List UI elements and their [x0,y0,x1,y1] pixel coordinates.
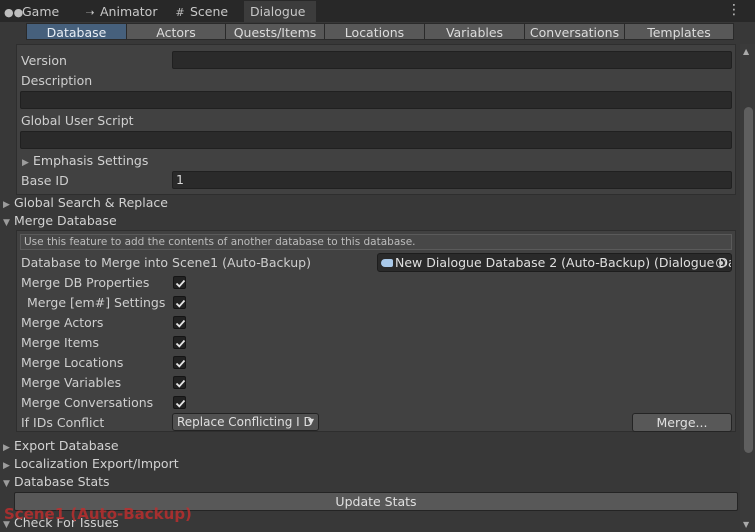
scene-name-overlay: Scene1 (Auto-Backup) [4,505,192,523]
if-ids-conflict-label: If IDs Conflict [21,415,105,430]
toolbar-variables[interactable]: Variables [424,23,525,40]
tab-game[interactable]: ●●Game [4,1,76,22]
toolbar-actors[interactable]: Actors [126,23,226,40]
toolbar-locations[interactable]: Locations [324,23,425,40]
version-field[interactable] [172,51,732,69]
tab-animator[interactable]: ➝ Animator [82,1,170,22]
merge-conversations-label: Merge Conversations [21,395,154,410]
merge-actors-checkbox[interactable] [173,316,186,329]
version-label: Version [21,53,67,68]
merge-em-settings-label: Merge [em#] Settings [27,295,166,310]
description-field[interactable] [20,91,732,109]
chevron-down-icon: ▼ [3,479,10,489]
merge-target-object-field[interactable]: New Dialogue Database 2 (Auto-Backup) (D… [377,253,732,272]
tab-dialogue[interactable]: Dialogue [244,1,316,22]
toolbar-conversations[interactable]: Conversations [524,23,625,40]
merge-target-label: Database to Merge into Scene1 (Auto-Back… [21,255,311,270]
tab-scene[interactable]: # Scene [172,1,244,22]
global-user-script-label: Global User Script [21,113,134,128]
merge-locations-checkbox[interactable] [173,356,186,369]
merge-actors-label: Merge Actors [21,315,104,330]
window-tab-bar: ●●Game ➝ Animator # Scene Dialogue ⋮ [0,0,755,22]
merge-database-foldout[interactable]: ▼ Merge Database [3,213,117,228]
object-picker-icon[interactable] [716,258,726,268]
inspector-content: Version Description Global User Script ▶… [0,44,740,532]
toolbar-database[interactable]: Database [26,23,127,40]
chevron-right-icon: ▶ [22,158,29,168]
editor-toolbar: Database Actors Quests/Items Locations V… [26,23,736,41]
merge-variables-label: Merge Variables [21,375,122,390]
if-ids-conflict-dropdown[interactable]: Replace Conflicting I D ▼ [172,413,319,431]
dropdown-caret-icon: ▼ [307,417,314,426]
emphasis-settings-foldout[interactable]: ▶ Emphasis Settings [22,153,148,168]
scroll-down-icon[interactable]: ▼ [743,520,749,529]
merge-db-properties-checkbox[interactable] [173,276,186,289]
merge-items-label: Merge Items [21,335,99,350]
chevron-right-icon: ▶ [3,200,10,210]
database-stats-foldout[interactable]: ▼ Database Stats [3,474,110,489]
more-options-icon[interactable]: ⋮ [727,3,741,17]
animator-icon: ➝ [85,6,95,19]
global-user-script-field[interactable] [20,131,732,149]
merge-em-settings-checkbox[interactable] [173,296,186,309]
database-asset-icon [381,259,393,267]
base-id-field[interactable]: 1 [172,171,732,189]
chevron-right-icon: ▶ [3,443,10,453]
toolbar-templates[interactable]: Templates [624,23,734,40]
merge-variables-checkbox[interactable] [173,376,186,389]
merge-button[interactable]: Merge... [632,413,732,432]
scroll-up-icon[interactable]: ▲ [743,47,749,56]
chevron-right-icon: ▶ [3,461,10,471]
grid-icon: # [175,6,185,19]
localization-export-import-foldout[interactable]: ▶ Localization Export/Import [3,456,179,471]
gamepad-icon: ●● [4,6,24,19]
vertical-scrollbar[interactable]: ▲ ▼ [740,44,755,532]
description-label: Description [21,73,93,88]
merge-help-text: Use this feature to add the contents of … [20,234,732,250]
merge-locations-label: Merge Locations [21,355,124,370]
merge-db-properties-label: Merge DB Properties [21,275,150,290]
chevron-down-icon: ▼ [3,218,10,228]
toolbar-quests-items[interactable]: Quests/Items [225,23,325,40]
base-id-label: Base ID [21,173,69,188]
merge-conversations-checkbox[interactable] [173,396,186,409]
global-search-replace-foldout[interactable]: ▶ Global Search & Replace [3,195,168,210]
scrollbar-thumb[interactable] [744,107,753,453]
merge-items-checkbox[interactable] [173,336,186,349]
export-database-foldout[interactable]: ▶ Export Database [3,438,119,453]
